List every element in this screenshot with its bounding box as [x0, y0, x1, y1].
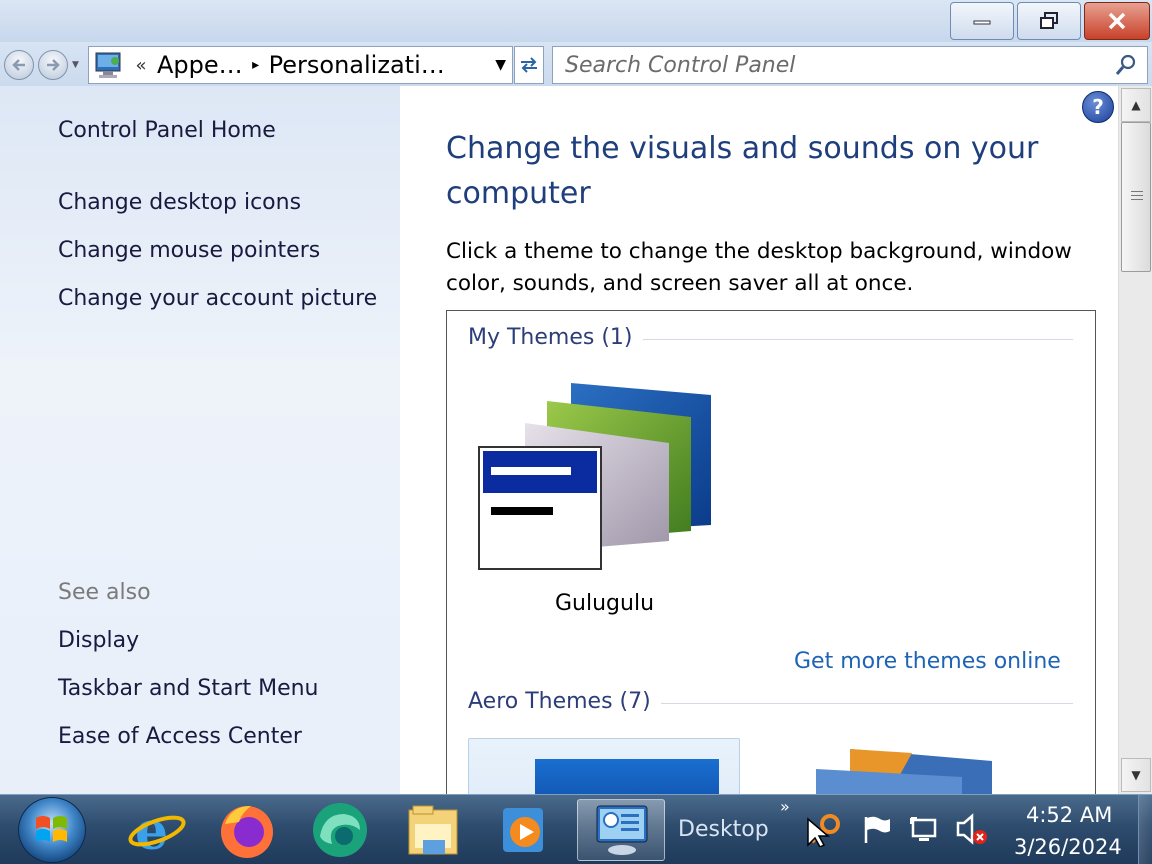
search-icon[interactable] — [1115, 54, 1137, 76]
display-link[interactable]: Display — [58, 628, 139, 653]
see-also-heading: See also — [58, 580, 151, 605]
taskbar-start-menu-link[interactable]: Taskbar and Start Menu — [58, 676, 319, 701]
scrollbar-grip-icon — [1131, 191, 1143, 203]
change-desktop-icons-link[interactable]: Change desktop icons — [58, 190, 301, 215]
aero-themes-header: Aero Themes (7) — [468, 689, 661, 714]
themes-list[interactable]: My Themes (1) Gulugulu Get more themes o… — [446, 310, 1096, 794]
search-box[interactable] — [552, 46, 1148, 84]
control-panel-home-link[interactable]: Control Panel Home — [58, 118, 276, 143]
back-button[interactable] — [4, 50, 34, 80]
forward-arrow-icon — [47, 59, 60, 71]
back-arrow-icon — [12, 59, 25, 71]
tray-app-icon[interactable] — [806, 811, 842, 847]
refresh-button[interactable] — [514, 46, 544, 84]
aero-theme-preview-2 — [816, 749, 992, 794]
file-explorer-button[interactable] — [398, 799, 468, 861]
scroll-up-button[interactable]: ▲ — [1121, 88, 1151, 122]
file-explorer-icon — [408, 805, 458, 855]
network-button[interactable] — [906, 811, 942, 847]
theme-gulugulu[interactable] — [477, 383, 727, 582]
firefox-button[interactable] — [212, 799, 282, 861]
get-more-themes-link[interactable]: Get more themes online — [794, 649, 1061, 674]
control-panel-icon — [596, 805, 648, 855]
toolbar-overflow-chevron[interactable]: » — [780, 797, 790, 816]
refresh-icon — [521, 57, 537, 73]
firefox-icon — [221, 806, 273, 858]
address-overflow-chevron[interactable]: « — [125, 55, 157, 76]
key-icon — [807, 814, 840, 847]
left-task-pane: Control Panel Home Change desktop icons … — [0, 86, 400, 794]
desktop-toolbar-label[interactable]: Desktop — [678, 817, 769, 842]
minimize-icon — [973, 20, 991, 25]
page-description: Click a theme to change the desktop back… — [446, 239, 1072, 296]
page-title: Change the visuals and sounds on your co… — [446, 131, 1039, 211]
address-dropdown-arrow[interactable]: ▼ — [495, 57, 506, 73]
my-themes-header: My Themes (1) — [468, 325, 643, 350]
search-input[interactable] — [553, 47, 1093, 83]
theme-name-gulugulu[interactable]: Gulugulu — [555, 591, 654, 616]
show-desktop-button[interactable] — [1138, 795, 1152, 864]
clock-date[interactable]: 3/26/2024 — [1014, 835, 1122, 859]
aero-theme-tile[interactable] — [468, 738, 740, 794]
clock-time[interactable]: 4:52 AM — [1026, 803, 1112, 827]
close-icon — [1108, 12, 1126, 30]
breadcrumb-personalization[interactable]: Personalizati… — [269, 51, 445, 79]
scroll-down-button[interactable]: ▼ — [1121, 758, 1151, 792]
media-player-button[interactable] — [488, 799, 558, 861]
edge-icon — [313, 803, 367, 857]
taskbar: e Desktop » 4:52 AM 3/26/2024 — [0, 794, 1152, 864]
recent-pages-dropdown[interactable]: ▼ — [72, 60, 79, 70]
start-button[interactable] — [18, 797, 86, 863]
title-bar[interactable] — [0, 0, 1152, 42]
action-center-button[interactable] — [858, 811, 894, 847]
section-divider — [653, 703, 1073, 704]
minimize-button[interactable] — [950, 2, 1014, 40]
windows-logo-icon — [36, 816, 67, 842]
vertical-scrollbar[interactable]: ▲ ▼ — [1118, 86, 1152, 794]
address-bar[interactable]: « Appe… ▸ Personalizati… ▼ — [88, 46, 513, 84]
aero-theme-preview — [535, 759, 719, 794]
network-icon — [910, 817, 937, 841]
close-button[interactable] — [1084, 2, 1150, 40]
internet-explorer-button[interactable]: e — [122, 799, 192, 861]
main-content: ? Change the visuals and sounds on your … — [400, 86, 1118, 794]
ease-of-access-link[interactable]: Ease of Access Center — [58, 724, 302, 749]
navigation-bar: ▼ « Appe… ▸ Personalizati… ▼ — [0, 42, 1152, 86]
change-account-picture-link[interactable]: Change your account picture — [58, 286, 377, 311]
volume-button[interactable] — [954, 811, 990, 847]
control-panel-taskbar-button[interactable] — [577, 799, 665, 861]
internet-explorer-icon: e — [128, 801, 186, 859]
aero-theme-tile-2[interactable] — [812, 749, 992, 794]
help-icon[interactable]: ? — [1082, 91, 1114, 123]
edge-button[interactable] — [305, 799, 375, 861]
forward-button[interactable] — [38, 50, 68, 80]
media-player-icon — [503, 808, 543, 852]
breadcrumb-separator[interactable]: ▸ — [243, 57, 269, 73]
restore-button[interactable] — [1017, 2, 1081, 40]
change-mouse-pointers-link[interactable]: Change mouse pointers — [58, 238, 320, 263]
control-panel-icon — [95, 52, 121, 78]
section-divider — [627, 339, 1073, 340]
theme-preview-image — [478, 383, 711, 570]
scrollbar-thumb[interactable] — [1121, 122, 1151, 272]
breadcrumb-appearance[interactable]: Appe… — [157, 51, 243, 79]
flag-icon — [864, 816, 890, 843]
volume-muted-icon — [956, 813, 987, 845]
restore-icon — [1040, 12, 1058, 29]
